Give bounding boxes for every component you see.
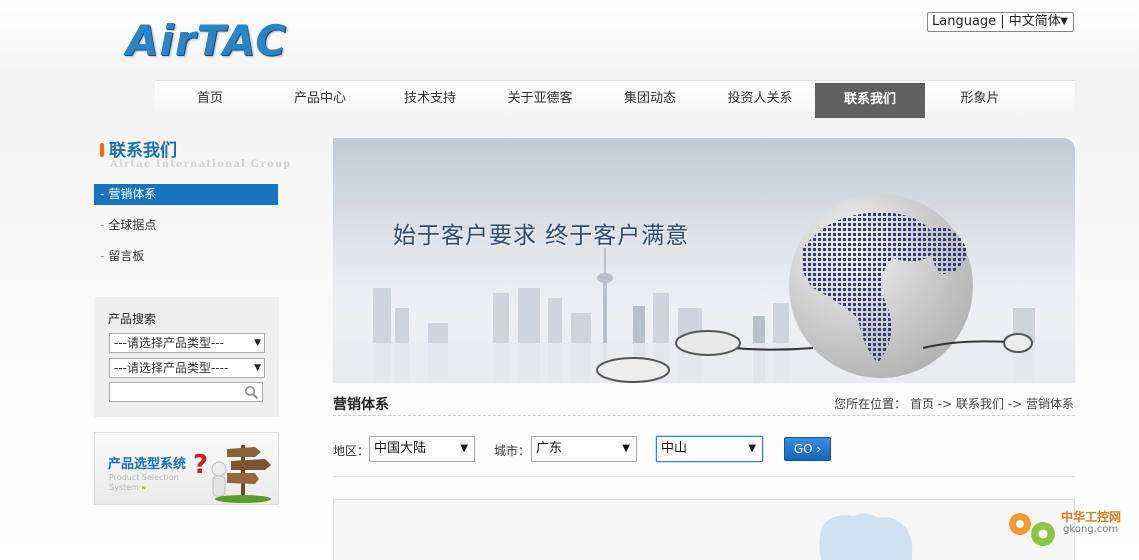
select-value: ---请选择产品类型--- <box>114 336 224 350</box>
watermark-sub: gkong.com <box>1063 524 1119 535</box>
product-type-select-2[interactable]: ---请选择产品类型---- ▼ <box>109 358 265 378</box>
product-search-title: 产品搜索 <box>108 312 157 326</box>
main-nav: 首页 产品中心 技术支持 关于亚德客 集团动态 投资人关系 联系我们 形象片 <box>155 80 1075 118</box>
nav-item-news[interactable]: 集团动态 <box>595 81 705 116</box>
city-select[interactable]: 广东 ▼ <box>531 436 637 462</box>
dash-icon: - <box>100 187 105 201</box>
region-label: 地区： <box>333 444 370 458</box>
nav-item-investors[interactable]: 投资人关系 <box>705 81 815 116</box>
chevron-down-icon: ▼ <box>1060 16 1068 27</box>
select-value: 广东 <box>536 441 563 456</box>
nav-item-support[interactable]: 技术支持 <box>375 81 485 116</box>
airtac-logo[interactable]: AirTAC <box>126 20 287 62</box>
nav-item-video[interactable]: 形象片 <box>925 81 1035 116</box>
district-select[interactable]: 中山 ▼ <box>656 436 763 462</box>
select-value: 中国大陆 <box>374 441 427 456</box>
divider <box>333 415 1075 416</box>
sidebar-title: 联系我们 <box>100 136 177 161</box>
svg-text:?: ? <box>193 450 208 480</box>
language-select[interactable]: Language | 中文简体 ▼ <box>927 12 1074 32</box>
product-search-panel: 产品搜索 ---请选择产品类型--- ▼ ---请选择产品类型---- ▼ <box>94 297 279 417</box>
search-icon[interactable] <box>244 385 259 403</box>
nav-item-home[interactable]: 首页 <box>155 81 265 116</box>
signpost-figure-icon: ? <box>193 445 271 503</box>
chevron-down-icon: ▼ <box>622 443 630 454</box>
nav-item-about[interactable]: 关于亚德客 <box>485 81 595 116</box>
dash-icon: - <box>100 218 105 232</box>
select-value: ---请选择产品类型---- <box>114 361 229 375</box>
sidebar-item-label: 营销体系 <box>108 187 157 201</box>
sidebar-menu: - 营销体系 - 全球据点 - 留言板 <box>94 184 278 277</box>
region-select[interactable]: 中国大陆 ▼ <box>369 436 475 462</box>
nav-item-products[interactable]: 产品中心 <box>265 81 375 116</box>
map-panel[interactable] <box>333 499 1075 560</box>
chevron-down-icon: ▼ <box>748 443 756 454</box>
title-marker-icon <box>100 143 104 157</box>
sidebar-item-label: 留言板 <box>108 249 145 263</box>
sidebar-item-label: 全球据点 <box>108 218 157 232</box>
chevron-down-icon: ▼ <box>254 338 261 348</box>
dash-icon: - <box>100 249 105 263</box>
sidebar-item-marketing[interactable]: - 营销体系 <box>94 184 278 205</box>
select-value: 中山 <box>661 441 688 456</box>
double-arrow-icon: » <box>141 483 147 492</box>
language-select-label: Language | 中文简体 <box>932 14 1061 29</box>
gear-icon <box>1009 513 1055 546</box>
sidebar-item-global[interactable]: - 全球据点 <box>94 215 278 236</box>
product-search-input[interactable] <box>109 382 263 402</box>
go-button[interactable]: GO › <box>784 437 831 461</box>
sidebar-title-text: 联系我们 <box>109 141 177 161</box>
sidebar-item-guestbook[interactable]: - 留言板 <box>94 246 278 267</box>
map-region-shape <box>819 513 913 560</box>
breadcrumb: 您所在位置： 首页 -> 联系我们 -> 营销体系 <box>834 397 1074 411</box>
city-label: 城市： <box>494 444 531 458</box>
product-type-select-1[interactable]: ---请选择产品类型--- ▼ <box>109 333 265 353</box>
chevron-down-icon: ▼ <box>460 443 468 454</box>
chevron-down-icon: ▼ <box>254 363 261 373</box>
nav-item-contact[interactable]: 联系我们 <box>815 83 925 118</box>
watermark: 中华工控网 gkong.com <box>1003 500 1133 550</box>
divider <box>333 476 1075 477</box>
product-selection-banner[interactable]: 产品选型系统 Product Selection System » ? <box>94 432 279 505</box>
watermark-title: 中华工控网 <box>1061 510 1122 524</box>
city-skyline-illustration <box>333 194 1075 383</box>
promo-title: 产品选型系统 <box>108 457 187 472</box>
page-title: 营销体系 <box>333 397 389 413</box>
sidebar-subtitle: Airtac International Group <box>110 159 292 170</box>
promo-subtitle: Product Selection System » <box>109 473 199 493</box>
banner-slogan: 始于客户要求 终于客户满意 <box>393 223 690 249</box>
hero-banner: 始于客户要求 终于客户满意 <box>333 138 1075 383</box>
